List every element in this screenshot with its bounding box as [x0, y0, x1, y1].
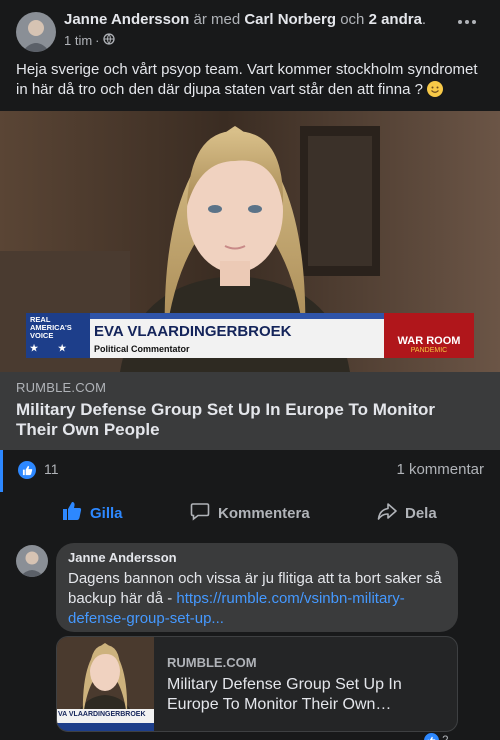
share-arrow-icon	[377, 501, 397, 525]
post-actions: Gilla Kommentera Dela	[0, 495, 500, 531]
link-title[interactable]: Military Defense Group Set Up In Europe …	[16, 400, 476, 440]
commenter-avatar[interactable]	[16, 545, 48, 577]
comment-link-card[interactable]: VA VLAARDINGERBROEK RUMBLE.COM Military …	[56, 636, 458, 732]
more-dot-icon	[472, 20, 476, 24]
guest-role: Political Commentator	[94, 344, 190, 354]
focus-accent-bar	[0, 450, 3, 492]
tagged-others[interactable]: 2 andra	[369, 11, 422, 28]
lower-third-text: EVA VLAARDINGERBROEK Political Commentat…	[90, 313, 384, 358]
more-dot-icon	[465, 20, 469, 24]
comment-reaction-count: 2	[442, 733, 449, 740]
reaction-counts-row: 11 1 kommentar	[0, 450, 500, 492]
card-thumbnail: VA VLAARDINGERBROEK	[57, 637, 154, 731]
link-preview-image[interactable]: REAL AMERICA'S VOICE ★ ★ EVA VLAARDINGER…	[0, 111, 500, 372]
meta-separator: ·	[95, 33, 100, 48]
period: .	[421, 11, 427, 28]
post-header: Janne Andersson är med Carl Norberg och …	[0, 0, 500, 56]
show-logo-subtitle: PANDEMIC	[410, 347, 448, 354]
like-button[interactable]: Gilla	[62, 495, 123, 531]
smiley-emoji-icon	[427, 81, 444, 97]
with-text: är med	[193, 11, 241, 28]
show-logo-title: WAR ROOM	[397, 335, 461, 347]
comment-label: Kommentera	[218, 504, 310, 522]
link-info[interactable]: RUMBLE.COM Military Defense Group Set Up…	[0, 372, 500, 450]
star-icon: ★ ★	[30, 343, 67, 353]
network-logo: REAL AMERICA'S VOICE ★ ★	[26, 313, 90, 358]
comment-reaction-chip[interactable]: 2	[424, 731, 449, 740]
card-domain: RUMBLE.COM	[167, 655, 257, 670]
post-meta: 1 tim ·	[64, 33, 115, 48]
more-dot-icon	[458, 20, 462, 24]
comment-count[interactable]: 1 kommentar	[396, 461, 484, 478]
like-reaction-icon[interactable]	[18, 461, 36, 479]
comment-bubble: Janne Andersson Dagens bannon och vissa …	[56, 543, 458, 632]
show-logo: WAR ROOM PANDEMIC	[384, 313, 474, 358]
card-title[interactable]: Military Defense Group Set Up In Europe …	[167, 675, 447, 715]
like-label: Gilla	[90, 504, 123, 522]
comment-like-icon	[424, 732, 439, 740]
network-logo-line3: VOICE	[30, 331, 54, 340]
guest-name: EVA VLAARDINGERBROEK	[94, 323, 292, 340]
tagged-person[interactable]: Carl Norberg	[244, 11, 336, 28]
comment-button[interactable]: Kommentera	[190, 495, 310, 531]
thumbs-up-icon	[62, 501, 82, 525]
post-author-line: Janne Andersson är med Carl Norberg och …	[64, 11, 426, 28]
post-text: Heja sverige och vårt psyop team. Vart k…	[16, 60, 486, 100]
card-thumb-banner: VA VLAARDINGERBROEK	[58, 711, 146, 718]
globe-icon	[102, 33, 115, 48]
share-label: Dela	[405, 504, 437, 522]
like-count[interactable]: 11	[44, 461, 59, 477]
and-text: och	[340, 11, 365, 28]
author-avatar[interactable]	[16, 12, 56, 52]
link-domain: RUMBLE.COM	[16, 380, 107, 395]
video-lower-third: REAL AMERICA'S VOICE ★ ★ EVA VLAARDINGER…	[26, 313, 474, 358]
post-time[interactable]: 1 tim	[64, 33, 92, 48]
post-body: Heja sverige och vårt psyop team. Vart k…	[16, 61, 478, 98]
lower-third-stripe	[90, 313, 384, 319]
share-button[interactable]: Dela	[377, 495, 437, 531]
more-options-button[interactable]	[458, 20, 476, 24]
comment-author[interactable]: Janne Andersson	[68, 550, 446, 566]
author-name[interactable]: Janne Andersson	[64, 11, 189, 28]
comment-icon	[190, 501, 210, 525]
comment-text: Dagens bannon och vissa är ju flitiga at…	[68, 569, 446, 629]
